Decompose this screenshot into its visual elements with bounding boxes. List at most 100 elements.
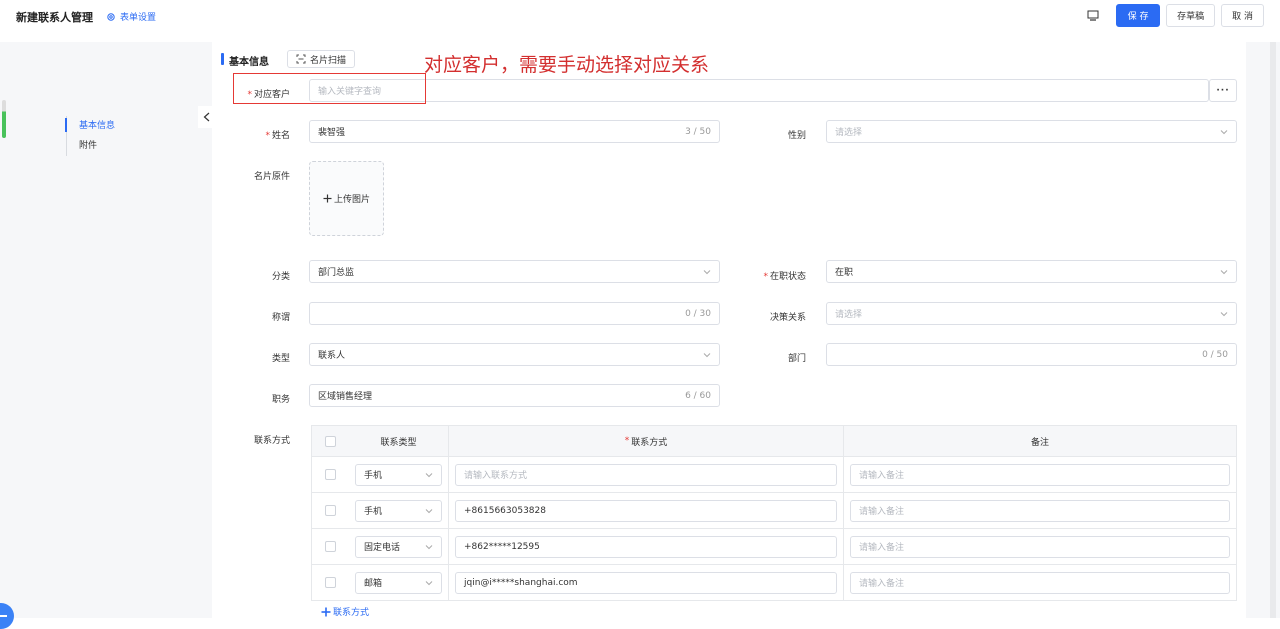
type-select[interactable]: 联系人	[309, 343, 720, 366]
select-all-checkbox[interactable]	[325, 435, 336, 447]
status-label: * 在职状态	[763, 272, 806, 282]
gear-icon	[107, 12, 115, 21]
contact-table-header: 联系类型 * 联系方式 备注	[312, 426, 1236, 456]
chevron-down-icon	[425, 580, 433, 585]
salutation-char-count: 0 / 30	[685, 308, 711, 319]
type-label: 类型	[271, 354, 290, 364]
floating-action-button[interactable]	[0, 603, 14, 629]
progress-indicator	[2, 100, 6, 138]
header-type: 联系类型	[380, 437, 417, 448]
note-input[interactable]: 请输入备注	[850, 499, 1230, 522]
chevron-down-icon	[425, 508, 433, 513]
form-content: 基本信息 名片扫描 * 对应客户 输入关键字查询 ··· * 姓名 裴智强 3 / …	[212, 42, 1246, 618]
department-char-count: 0 / 50	[1202, 349, 1228, 360]
decision-select[interactable]: 请选择	[826, 302, 1237, 325]
chevron-down-icon	[1220, 129, 1228, 134]
required-mark: *	[763, 272, 768, 282]
table-row: 手机 +8615663053828 请输入备注	[312, 492, 1236, 528]
row-checkbox[interactable]	[325, 469, 336, 480]
row-checkbox[interactable]	[325, 577, 336, 588]
contact-type-select[interactable]: 手机	[355, 499, 442, 522]
position-input[interactable]: 区域销售经理 6 / 60	[309, 384, 720, 407]
plus-icon	[321, 607, 331, 616]
chevron-down-icon	[703, 269, 711, 274]
card-scan-label: 名片扫描	[310, 55, 347, 66]
scrollbar-track[interactable]	[1246, 42, 1280, 618]
add-contact-label: 联系方式	[333, 608, 370, 618]
cancel-button[interactable]: 取 消	[1221, 4, 1264, 27]
name-input[interactable]: 裴智强 3 / 50	[309, 120, 720, 143]
decision-label: 决策关系	[769, 313, 806, 323]
category-value: 部门总监	[318, 268, 355, 278]
left-nav-panel: 基本信息 附件	[0, 42, 214, 629]
table-row: 邮箱 jqin@i*****shanghai.com 请输入备注	[312, 564, 1236, 600]
annotation-highlight-box	[233, 73, 426, 104]
position-value: 区域销售经理	[318, 392, 373, 402]
chevron-left-icon	[203, 112, 209, 122]
upload-label: 上传图片	[333, 195, 370, 205]
chevron-down-icon	[703, 352, 711, 357]
row-checkbox[interactable]	[325, 505, 336, 516]
page-title: 新建联系人管理	[16, 11, 93, 24]
chevron-down-icon	[425, 544, 433, 549]
more-options-button[interactable]: ···	[1209, 79, 1237, 102]
contact-table: 联系类型 * 联系方式 备注 手机 请输入联系方式 请输入备注 手机 +86156…	[311, 425, 1237, 601]
section-nav: 基本信息 附件	[64, 116, 115, 156]
customer-input[interactable]: 输入关键字查询	[309, 79, 1209, 102]
required-mark: *	[265, 131, 270, 141]
header-note: 备注	[843, 426, 1236, 456]
scan-icon	[296, 54, 306, 64]
note-input[interactable]: 请输入备注	[850, 463, 1230, 486]
note-input[interactable]: 请输入备注	[850, 535, 1230, 558]
card-scan-button[interactable]: 名片扫描	[287, 50, 356, 68]
contact-way-input[interactable]: +862*****12595	[455, 535, 837, 558]
contact-type-select[interactable]: 手机	[355, 463, 442, 486]
name-label: * 姓名	[265, 131, 290, 141]
decision-placeholder: 请选择	[835, 310, 863, 320]
contact-way-input[interactable]: 请输入联系方式	[455, 463, 837, 486]
minus-icon	[0, 615, 7, 617]
table-row: 手机 请输入联系方式 请输入备注	[312, 456, 1236, 492]
header-way: * 联系方式	[448, 426, 843, 456]
save-draft-button[interactable]: 存草稿	[1166, 4, 1216, 27]
upload-image-button[interactable]: 上传图片	[309, 161, 384, 236]
name-value: 裴智强	[318, 128, 346, 138]
contact-way-input[interactable]: jqin@i*****shanghai.com	[455, 571, 837, 594]
row-checkbox[interactable]	[325, 541, 336, 552]
card-label: 名片原件	[253, 172, 290, 182]
nav-item-basic-info[interactable]: 基本信息	[64, 116, 115, 136]
department-label: 部门	[787, 354, 806, 364]
chevron-down-icon	[1220, 311, 1228, 316]
plus-icon	[323, 194, 332, 203]
contacts-label: 联系方式	[253, 436, 290, 446]
category-label: 分类	[271, 272, 290, 282]
chevron-down-icon	[425, 472, 433, 477]
type-value: 联系人	[318, 351, 346, 361]
annotation-text: 对应客户，需要手动选择对应关系	[424, 54, 710, 76]
status-value: 在职	[835, 268, 854, 278]
position-char-count: 6 / 60	[685, 390, 711, 401]
contact-way-input[interactable]: +8615663053828	[455, 499, 837, 522]
position-label: 职务	[271, 395, 290, 405]
chevron-down-icon	[1220, 269, 1228, 274]
category-select[interactable]: 部门总监	[309, 260, 720, 283]
name-char-count: 3 / 50	[685, 126, 711, 137]
status-select[interactable]: 在职	[826, 260, 1237, 283]
preview-icon[interactable]	[1082, 5, 1104, 27]
table-row: 固定电话 +862*****12595 请输入备注	[312, 528, 1236, 564]
form-settings-label: 表单设置	[120, 13, 157, 23]
salutation-input[interactable]: 0 / 30	[309, 302, 720, 325]
save-button[interactable]: 保 存	[1116, 4, 1161, 27]
department-input[interactable]: 0 / 50	[826, 343, 1237, 366]
form-settings-link[interactable]: 表单设置	[106, 10, 156, 23]
add-contact-button[interactable]: 联系方式	[321, 605, 369, 618]
note-input[interactable]: 请输入备注	[850, 571, 1230, 594]
top-bar: 新建联系人管理 表单设置 保 存 存草稿 取 消	[0, 0, 1280, 31]
gender-placeholder: 请选择	[835, 128, 863, 138]
contact-type-select[interactable]: 邮箱	[355, 571, 442, 594]
gender-select[interactable]: 请选择	[826, 120, 1237, 143]
required-mark: *	[624, 436, 630, 446]
nav-item-attachments[interactable]: 附件	[67, 136, 115, 156]
salutation-label: 称谓	[271, 313, 290, 323]
contact-type-select[interactable]: 固定电话	[355, 535, 442, 558]
